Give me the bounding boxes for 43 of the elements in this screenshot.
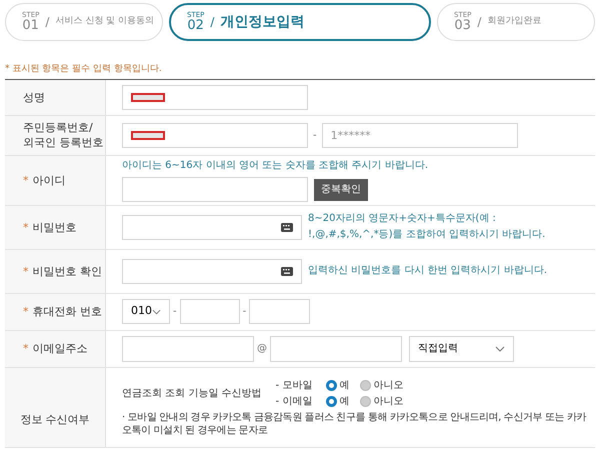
keyboard-icon: [281, 222, 293, 232]
radio-option[interactable]: 예: [326, 378, 350, 392]
channel-label: - 이메일: [276, 394, 314, 408]
input-field[interactable]: 1******: [322, 122, 518, 148]
label-cell: 정보 수신여부: [5, 368, 106, 446]
notice-text: · 모바일 안내의 경우 카카오톡 금융감독원 플러스 친구를 통해 카카오톡으로 안내드리며, 수신거부 또는 카카오톡이 미설치 된 경우에는 문자로: [122, 410, 588, 436]
input-field[interactable]: [122, 214, 302, 240]
question-text: 연금조회 조회 기능일 수신방법: [122, 386, 262, 400]
radio-option[interactable]: 예: [326, 394, 350, 408]
caret-icon: [152, 308, 161, 314]
input-field[interactable]: [270, 336, 402, 362]
caret-icon: [495, 346, 505, 352]
separator: -: [173, 305, 177, 319]
separator: -: [313, 128, 317, 142]
label-cell: * 이메일주소: [5, 330, 106, 366]
redaction-mark: [131, 130, 165, 140]
label-cell: * 비밀번호: [5, 206, 106, 248]
hint-text: 입력하신 비밀번호를 다시 한번 입력하시기 바랍니다.: [308, 264, 548, 278]
hint-text: 8~20자리의 영문자+숫자+특수문자(예 : !,@,#,$,%,^,*등)를 조합하여 입력하시기 바랍니다.: [308, 212, 546, 242]
radio-option[interactable]: 아니오: [360, 394, 404, 408]
separator: -: [242, 305, 246, 319]
input-field[interactable]: [122, 258, 302, 284]
area-code-select[interactable]: 010: [122, 299, 170, 324]
input-field[interactable]: [122, 122, 308, 148]
label-cell: * 비밀번호 확인: [5, 250, 106, 292]
label-cell: 성명: [5, 80, 106, 114]
duplicate-check-button[interactable]: 중복확인: [314, 178, 368, 200]
input-field[interactable]: [122, 84, 308, 110]
input-field[interactable]: [249, 299, 310, 324]
redaction-mark: [131, 92, 165, 102]
hint-text: 아이디는 6~16자 이내의 영어 또는 숫자를 조합해 주시기 바랍니다.: [122, 159, 428, 173]
input-field[interactable]: [180, 299, 240, 324]
domain-select[interactable]: 직접입력: [409, 336, 514, 362]
label-cell: * 아이디: [5, 156, 106, 204]
keyboard-icon: [281, 266, 293, 276]
input-field[interactable]: [122, 336, 254, 362]
required-note: * 표시된 항목은 필수 입력 항목입니다.: [5, 63, 595, 80]
label-cell: * 휴대전화 번호: [5, 294, 106, 330]
input-field[interactable]: [122, 177, 308, 202]
radio-option[interactable]: 아니오: [360, 378, 404, 392]
channel-label: - 모바일: [276, 378, 314, 392]
separator: @: [257, 342, 267, 356]
label-cell: 주민등록번호/ 외국인 등록번호: [5, 116, 106, 154]
